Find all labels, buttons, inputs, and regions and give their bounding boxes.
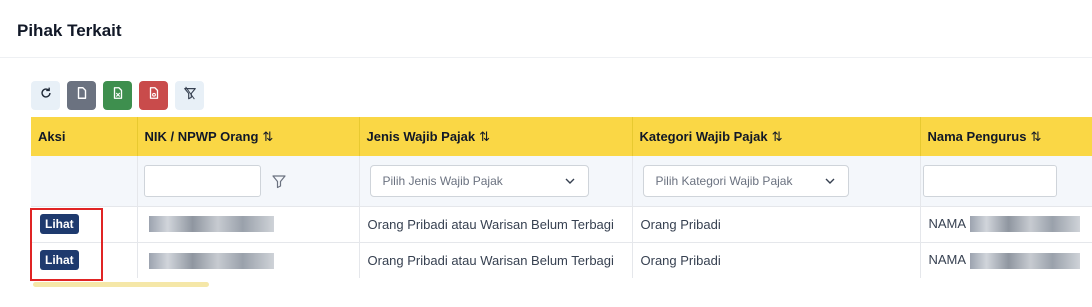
- jenis-cell: Orang Pribadi atau Warisan Belum Terbagi: [359, 205, 633, 242]
- file-icon: [75, 86, 89, 105]
- table-toolbar: [31, 81, 204, 113]
- export-csv-button[interactable]: [67, 81, 96, 110]
- nik-cell: [137, 205, 360, 242]
- nama-cell: NAMA: [920, 241, 1092, 278]
- column-header-kategori[interactable]: Kategori Wajib Pajak ⇅: [632, 117, 921, 156]
- excel-icon: [111, 86, 125, 105]
- column-header-nik[interactable]: NIK / NPWP Orang ⇅: [137, 117, 360, 156]
- highlight-annotation-box: [30, 208, 103, 281]
- column-header-nama[interactable]: Nama Pengurus ⇅: [920, 117, 1092, 156]
- export-excel-button[interactable]: [103, 81, 132, 110]
- table-row: Lihat Orang Pribadi atau Warisan Belum T…: [31, 205, 1092, 242]
- column-header-aksi: Aksi: [31, 117, 138, 156]
- filter-row: Pilih Jenis Wajib Pajak Pilih Kategori W…: [31, 156, 1092, 206]
- table-row: Lihat Orang Pribadi atau Warisan Belum T…: [31, 241, 1092, 278]
- kategori-cell: Orang Pribadi: [632, 241, 921, 278]
- filter-clear-icon: [183, 86, 197, 105]
- redacted-nik: [148, 216, 274, 233]
- filter-cell-nama: [920, 156, 1092, 206]
- column-header-jenis[interactable]: Jenis Wajib Pajak ⇅: [359, 117, 633, 156]
- filter-funnel-icon[interactable]: [271, 173, 287, 189]
- pdf-icon: [147, 86, 161, 105]
- nama-prefix: NAMA: [928, 251, 967, 267]
- jenis-cell: Orang Pribadi atau Warisan Belum Terbagi: [359, 241, 633, 278]
- filter-cell-jenis: Pilih Jenis Wajib Pajak: [359, 156, 633, 206]
- redacted-nik: [148, 252, 274, 269]
- nik-cell: [137, 241, 360, 278]
- filter-cell-aksi: [31, 156, 138, 206]
- refresh-icon: [39, 86, 53, 105]
- related-parties-table: Aksi NIK / NPWP Orang ⇅ Jenis Wajib Pajak…: [31, 117, 1092, 278]
- filter-cell-nik: [137, 156, 360, 206]
- sort-icon[interactable]: ⇅: [479, 129, 490, 144]
- table-header-row: Aksi NIK / NPWP Orang ⇅ Jenis Wajib Pajak…: [31, 117, 1092, 156]
- horizontal-scrollbar[interactable]: [33, 282, 209, 287]
- nama-prefix: NAMA: [928, 215, 967, 231]
- kategori-select-placeholder: Pilih Kategori Wajib Pajak: [655, 173, 793, 188]
- export-pdf-button[interactable]: [139, 81, 168, 110]
- chevron-down-icon: [824, 175, 836, 187]
- related-parties-card: Aksi NIK / NPWP Orang ⇅ Jenis Wajib Pajak…: [31, 70, 1092, 307]
- nama-pengurus-filter-input[interactable]: [922, 164, 1057, 197]
- page-title: Pihak Terkait: [17, 21, 122, 40]
- refresh-button[interactable]: [31, 81, 60, 110]
- sort-icon[interactable]: ⇅: [1030, 129, 1041, 144]
- sort-icon[interactable]: ⇅: [772, 129, 783, 144]
- kategori-wajib-pajak-select[interactable]: Pilih Kategori Wajib Pajak: [642, 164, 849, 197]
- chevron-down-icon: [564, 175, 576, 187]
- redacted-nama: [970, 252, 1081, 269]
- nik-filter-input[interactable]: [143, 164, 261, 197]
- nama-cell: NAMA: [920, 205, 1092, 242]
- clear-filter-button[interactable]: [175, 81, 204, 110]
- page-header: Pihak Terkait: [0, 0, 1092, 58]
- jenis-select-placeholder: Pilih Jenis Wajib Pajak: [382, 173, 503, 188]
- filter-cell-kategori: Pilih Kategori Wajib Pajak: [632, 156, 921, 206]
- jenis-wajib-pajak-select[interactable]: Pilih Jenis Wajib Pajak: [369, 164, 589, 197]
- kategori-cell: Orang Pribadi: [632, 205, 921, 242]
- sort-icon[interactable]: ⇅: [262, 129, 273, 144]
- redacted-nama: [970, 216, 1081, 233]
